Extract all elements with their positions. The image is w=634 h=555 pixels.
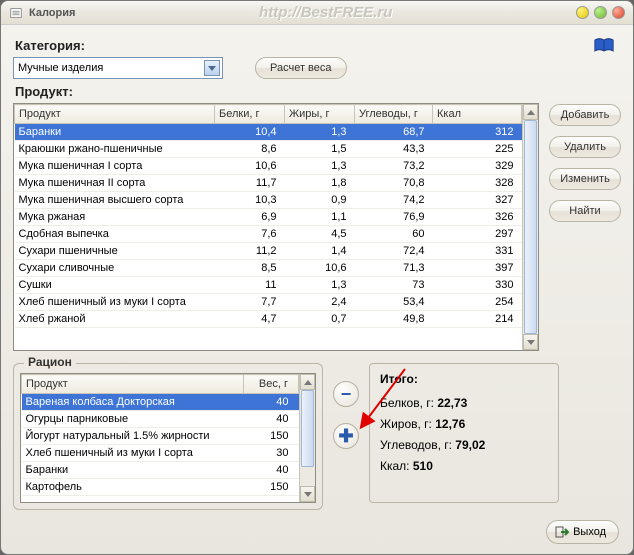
app-title: Калория — [29, 7, 75, 19]
totals-panel: Итого: Белков, г: 22,73 Жиров, г: 12,76 … — [369, 363, 559, 503]
table-row[interactable]: Хлеб пшеничный из муки I сорта30 — [22, 445, 299, 462]
dropdown-arrow-icon[interactable] — [204, 60, 220, 76]
app-window: Калория http://BestFREE.ru Категория: Му… — [0, 0, 634, 555]
ration-col-product[interactable]: Продукт — [22, 375, 244, 394]
scroll-up-button[interactable] — [523, 104, 538, 120]
find-button[interactable]: Найти — [549, 200, 621, 222]
ration-scroll-up[interactable] — [300, 374, 315, 390]
add-remove-column: − ✚ — [333, 381, 359, 449]
remove-from-ration-button[interactable]: − — [333, 381, 359, 407]
titlebar-url: http://BestFREE.ru — [75, 4, 576, 21]
ration-col-weight[interactable]: Вес, г — [244, 375, 299, 394]
table-row[interactable]: Баранки40 — [22, 462, 299, 479]
tot-c-label: Углеводов, г: — [380, 438, 452, 452]
scroll-down-button[interactable] — [523, 334, 538, 350]
scroll-track[interactable] — [523, 120, 538, 334]
tot-f-label: Жиров, г: — [380, 417, 432, 431]
table-row[interactable]: Мука пшеничная II сорта11,71,870,8328 — [15, 175, 522, 192]
minimize-button[interactable] — [576, 6, 589, 19]
col-carbs[interactable]: Углеводы, г — [355, 105, 433, 124]
table-row[interactable]: Сдобная выпечка7,64,560297 — [15, 226, 522, 243]
ration-scroll-track[interactable] — [300, 390, 315, 486]
exit-button[interactable]: Выход — [546, 520, 619, 544]
product-table[interactable]: Продукт Белки, г Жиры, г Углеводы, г Кка… — [14, 104, 522, 328]
plus-icon: ✚ — [338, 426, 353, 447]
table-row[interactable]: Йогурт натуральный 1.5% жирности150 — [22, 428, 299, 445]
table-row[interactable]: Картофель150 — [22, 479, 299, 496]
table-row[interactable]: Краюшки ржано-пшеничные8,61,543,3225 — [15, 141, 522, 158]
table-row[interactable]: Хлеб пшеничный из муки I сорта7,72,453,4… — [15, 294, 522, 311]
tot-p-label: Белков, г: — [380, 396, 434, 410]
ration-group: Рацион Продукт Вес, г Вареная колбаса До… — [13, 363, 323, 510]
add-button[interactable]: Добавить — [549, 104, 621, 126]
delete-button[interactable]: Удалить — [549, 136, 621, 158]
app-icon — [9, 6, 23, 20]
scroll-thumb[interactable] — [524, 120, 537, 334]
ration-scroll-thumb[interactable] — [301, 390, 314, 467]
col-kcal[interactable]: Ккал — [433, 105, 522, 124]
close-button[interactable] — [612, 6, 625, 19]
category-value: Мучные изделия — [18, 62, 204, 74]
table-row[interactable]: Хлеб ржаной4,70,749,8214 — [15, 311, 522, 328]
calc-weight-button[interactable]: Расчет веса — [255, 57, 347, 79]
ration-title: Рацион — [24, 355, 76, 369]
exit-label: Выход — [573, 526, 606, 538]
ration-table[interactable]: Продукт Вес, г Вареная колбаса Докторска… — [21, 374, 299, 496]
product-section-label: Продукт: — [15, 84, 621, 99]
maximize-button[interactable] — [594, 6, 607, 19]
edit-button[interactable]: Изменить — [549, 168, 621, 190]
table-row[interactable]: Мука пшеничная I сорта10,61,373,2329 — [15, 158, 522, 175]
minus-icon: − — [341, 384, 352, 405]
table-row[interactable]: Мука ржаная6,91,176,9326 — [15, 209, 522, 226]
book-icon[interactable] — [593, 37, 615, 54]
exit-icon — [555, 525, 569, 539]
product-table-frame: Продукт Белки, г Жиры, г Углеводы, г Кка… — [13, 103, 539, 351]
category-dropdown[interactable]: Мучные изделия — [13, 57, 223, 79]
col-protein[interactable]: Белки, г — [215, 105, 285, 124]
col-fat[interactable]: Жиры, г — [285, 105, 355, 124]
add-to-ration-button[interactable]: ✚ — [333, 423, 359, 449]
tot-c-val: 79,02 — [455, 438, 485, 452]
ration-scroll-down[interactable] — [300, 486, 315, 502]
table-row[interactable]: Вареная колбаса Докторская40 — [22, 394, 299, 411]
col-product[interactable]: Продукт — [15, 105, 215, 124]
table-row[interactable]: Огурцы парниковые40 — [22, 411, 299, 428]
table-row[interactable]: Сухари сливочные8,510,671,3397 — [15, 260, 522, 277]
tot-p-val: 22,73 — [437, 396, 467, 410]
ration-scrollbar[interactable] — [299, 374, 315, 502]
tot-k-val: 510 — [413, 459, 433, 473]
table-row[interactable]: Сухари пшеничные11,21,472,4331 — [15, 243, 522, 260]
totals-title: Итого: — [380, 372, 548, 386]
tot-k-label: Ккал: — [380, 459, 410, 473]
table-row[interactable]: Мука пшеничная высшего сорта10,30,974,23… — [15, 192, 522, 209]
tot-f-val: 12,76 — [435, 417, 465, 431]
titlebar: Калория http://BestFREE.ru — [1, 1, 633, 25]
window-controls — [576, 6, 625, 19]
side-button-panel: Добавить Удалить Изменить Найти — [549, 104, 621, 351]
table-row[interactable]: Баранки10,41,368,7312 — [15, 124, 522, 141]
product-scrollbar[interactable] — [522, 104, 538, 350]
category-label: Категория: — [15, 38, 621, 53]
table-row[interactable]: Сушки111,373330 — [15, 277, 522, 294]
